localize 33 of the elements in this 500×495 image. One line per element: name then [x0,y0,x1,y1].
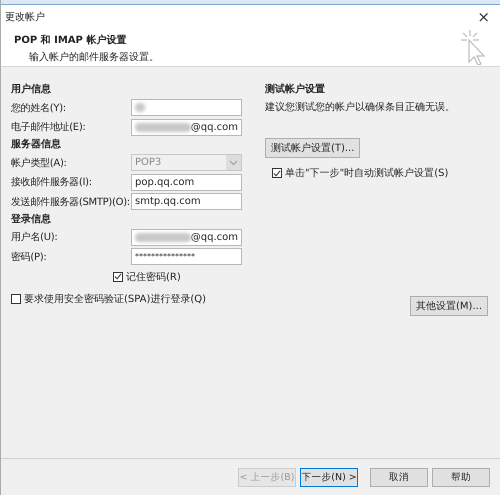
caret-icon [229,160,238,166]
header-title: POP 和 IMAP 帐户设置 [14,33,128,47]
password-field[interactable]: *************** [131,248,242,266]
input-field[interactable] [131,99,242,116]
field-label: 电子邮件地址(E): [11,120,86,134]
check-icon [114,272,122,281]
wizard-button[interactable]: 帮助 [432,468,490,486]
input-field[interactable]: smtp.qq.com [131,193,242,210]
test-description: 建议您测试您的帐户以确保条目正确无误。 [265,100,455,114]
wizard-button[interactable]: 取消 [370,468,428,486]
input-field[interactable]: pop.qq.com [131,174,242,191]
input-field[interactable]: @qq.com [131,118,242,136]
field-label: 发送邮件服务器(SMTP)(O): [11,196,131,209]
header-subtitle: 输入帐户的邮件服务器设置。 [28,50,159,64]
auto-test-checkbox[interactable]: 单击"下一步"时自动测试帐户设置(S) [272,166,448,180]
section-heading: 用户信息 [11,82,52,97]
input-field[interactable]: @qq.com [131,228,242,246]
field-label: 您的姓名(Y): [11,102,67,115]
field-label: 帐户类型(A): [11,156,68,170]
remember-password-checkbox[interactable]: 记住密码(R) [113,270,243,284]
spa-checkbox[interactable]: 要求使用安全密码验证(SPA)进行登录(Q) [11,292,206,306]
close-button[interactable]: × [475,8,492,26]
test-settings-button[interactable]: 测试帐户设置(T)... [265,138,360,158]
section-heading: 测试帐户设置 [265,82,325,97]
more-settings-button[interactable]: 其他设置(M)... [410,296,488,316]
wizard-button[interactable]: 下一步(N) > [300,468,358,486]
field-label: 用户名(U): [11,230,58,244]
field-label: 接收邮件服务器(I): [11,176,93,190]
window-title: 更改帐户 [5,10,45,24]
check-icon [273,168,281,178]
section-heading: 登录信息 [11,212,52,226]
field-label: 密码(P): [11,250,48,264]
section-heading: 服务器信息 [11,138,62,152]
